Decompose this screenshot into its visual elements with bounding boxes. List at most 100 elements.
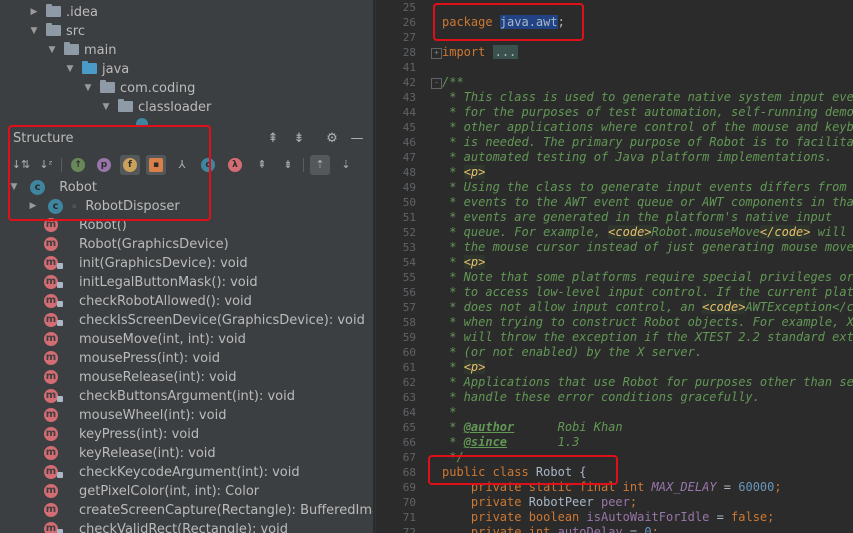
fold-marker-icon[interactable]: - xyxy=(431,78,442,89)
expand-all-icon[interactable]: ⇞ xyxy=(264,130,282,148)
collapse-all-icon[interactable]: ⇟ xyxy=(290,130,308,148)
expand-all-icon-2[interactable]: ⇞ xyxy=(252,155,272,175)
javadoc-line[interactable]: * the mouse cursor instead of just gener… xyxy=(442,240,853,255)
javadoc-since-line[interactable]: * @since 1.3 xyxy=(442,435,579,450)
structure-member[interactable]: m Robot(GraphicsDevice) xyxy=(0,235,373,254)
structure-member[interactable]: m mousePress(int): void xyxy=(0,349,373,368)
folder-icon xyxy=(100,80,115,93)
autoscroll-to-source-icon[interactable]: ⇡ xyxy=(310,155,330,175)
chevron-right-icon[interactable]: ▶ xyxy=(27,197,39,216)
chevron-down-icon[interactable]: ▼ xyxy=(8,178,20,197)
structure-member[interactable]: m checkValidRect(Rectangle): void xyxy=(0,520,373,533)
structure-member[interactable]: m getPixelColor(int, int): Color xyxy=(0,482,373,501)
structure-member[interactable]: m mouseRelease(int): void xyxy=(0,368,373,387)
chevron-down-icon[interactable]: ▼ xyxy=(64,60,76,79)
field-declaration-line[interactable]: private static final int MAX_DELAY = 600… xyxy=(442,480,782,495)
sort-by-visibility-icon[interactable]: ↓⇅ xyxy=(11,155,31,175)
import-line[interactable]: import ... xyxy=(442,45,519,60)
javadoc-line[interactable]: * <p> xyxy=(442,255,486,270)
structure-member[interactable]: m keyRelease(int): void xyxy=(0,444,373,463)
minimize-icon[interactable]: — xyxy=(348,130,366,148)
structure-member[interactable]: m createScreenCapture(Rectangle): Buffere… xyxy=(0,501,373,520)
show-anonymous-icon[interactable]: ⅄ xyxy=(172,155,192,175)
show-lambdas-icon-2[interactable]: λ xyxy=(225,155,245,175)
structure-member[interactable]: m init(GraphicsDevice): void xyxy=(0,254,373,273)
code-editor[interactable]: 25 26 27 28 41 42 43 44 45 46 47 48 49 50 51 52 53 54 55 56… xyxy=(376,0,853,533)
line-number: 46 xyxy=(402,136,416,149)
javadoc-line[interactable]: * for the purposes of test automation, s… xyxy=(442,105,853,120)
structure-member[interactable]: m initLegalButtonMask(): void xyxy=(0,273,373,292)
show-inherited-icon[interactable]: ↑ xyxy=(68,155,88,175)
structure-member[interactable]: m keyPress(int): void xyxy=(0,425,373,444)
javadoc-line[interactable]: * other applications where control of th… xyxy=(442,120,853,135)
javadoc-line[interactable]: * Applications that use Robot for purpos… xyxy=(442,375,853,390)
chevron-down-icon[interactable]: ▼ xyxy=(28,22,40,41)
static-marker-icon: ◦ xyxy=(71,202,78,213)
javadoc-line[interactable]: * does not allow input control, an <code… xyxy=(442,300,853,315)
method-icon: m xyxy=(44,370,58,384)
javadoc-line[interactable]: * events to the AWT event queue or AWT c… xyxy=(442,195,853,210)
chevron-down-icon[interactable]: ▼ xyxy=(100,98,112,117)
field-declaration-line[interactable]: private RobotPeer peer; xyxy=(442,495,637,510)
left-tool-panel: ▶ .idea ▼ src ▼ main ▼ java ▼ com.coding ▼ classloa… xyxy=(0,0,373,533)
javadoc-line[interactable]: * This class is used to generate native … xyxy=(442,90,853,105)
structure-member[interactable]: m mouseMove(int, int): void xyxy=(0,330,373,349)
javadoc-line[interactable]: * (or not enabled) by the X server. xyxy=(442,345,702,360)
show-lambdas-icon[interactable]: c xyxy=(198,155,218,175)
show-fields-icon[interactable]: f xyxy=(120,155,140,175)
class-declaration-line[interactable]: public class Robot { xyxy=(442,465,587,480)
javadoc-line[interactable]: * handle these error conditions graceful… xyxy=(442,390,760,405)
javadoc-line[interactable]: * queue. For example, <code>Robot.mouseM… xyxy=(442,225,853,240)
method-icon: m xyxy=(44,484,58,498)
javadoc-line[interactable]: /** xyxy=(442,75,464,90)
javadoc-line[interactable]: * events are generated in the platform's… xyxy=(442,210,832,225)
member-label: checkKeycodeArgument(int): void xyxy=(79,465,300,480)
structure-root-class[interactable]: ▼ c Robot xyxy=(8,178,97,197)
structure-member[interactable]: m checkIsScreenDevice(GraphicsDevice): vo… xyxy=(0,311,373,330)
chevron-down-icon[interactable]: ▼ xyxy=(82,79,94,98)
javadoc-line[interactable]: * automated testing of Java platform imp… xyxy=(442,150,832,165)
javadoc-author-line[interactable]: * @author Robi Khan xyxy=(442,420,622,435)
javadoc-line[interactable]: * will throw the exception if the XTEST … xyxy=(442,330,853,345)
javadoc-line[interactable]: * when trying to construct Robot objects… xyxy=(442,315,853,330)
structure-inner-class[interactable]: ▶ c ◦ RobotDisposer xyxy=(27,197,180,216)
member-label: checkValidRect(Rectangle): void xyxy=(79,522,289,533)
javadoc-line[interactable]: * Using the class to generate input even… xyxy=(442,180,853,195)
field-declaration-line[interactable]: private int autoDelay = 0; xyxy=(442,525,659,533)
autoscroll-from-source-icon[interactable]: ⇣ xyxy=(336,155,356,175)
javadoc-end-line[interactable]: */ xyxy=(442,450,463,465)
line-number: 49 xyxy=(402,181,416,194)
sort-alpha-icon[interactable]: ↓ᶻ xyxy=(36,155,56,175)
javadoc-line[interactable]: * is needed. The primary purpose of Robo… xyxy=(442,135,853,150)
project-tree-item[interactable]: ▶ .idea xyxy=(28,3,98,22)
javadoc-line[interactable]: * Note that some platforms require speci… xyxy=(442,270,853,285)
structure-member[interactable]: m checkRobotAllowed(): void xyxy=(0,292,373,311)
project-tree-label: main xyxy=(84,43,117,58)
javadoc-line[interactable]: * to access low-level input control. If … xyxy=(442,285,853,300)
structure-member[interactable]: m Robot() xyxy=(0,216,373,235)
project-tree-item[interactable]: ▼ com.coding xyxy=(82,79,195,98)
line-number: 72 xyxy=(402,526,416,533)
structure-member[interactable]: m checkButtonsArgument(int): void xyxy=(0,387,373,406)
project-tree-item[interactable]: ▼ classloader xyxy=(100,98,211,117)
package-line[interactable]: package java.awt; xyxy=(442,15,565,30)
line-number: 68 xyxy=(402,466,416,479)
project-tree-item[interactable]: ▼ main xyxy=(46,41,116,60)
gear-icon[interactable]: ⚙ xyxy=(323,130,341,148)
project-tree-item[interactable]: ▼ java xyxy=(64,60,129,79)
project-tree-item[interactable]: ▼ src xyxy=(28,22,85,41)
javadoc-line[interactable]: * <p> xyxy=(442,165,486,180)
root-class-label: Robot xyxy=(59,180,97,195)
structure-member[interactable]: m mouseWheel(int): void xyxy=(0,406,373,425)
javadoc-line[interactable]: * <p> xyxy=(442,360,486,375)
collapse-all-icon-2[interactable]: ⇟ xyxy=(278,155,298,175)
line-number: 61 xyxy=(402,361,416,374)
structure-member[interactable]: m checkKeycodeArgument(int): void xyxy=(0,463,373,482)
show-non-public-icon[interactable]: ▪ xyxy=(146,155,166,175)
fold-marker-icon[interactable]: + xyxy=(431,48,442,59)
chevron-right-icon[interactable]: ▶ xyxy=(28,3,40,22)
chevron-down-icon[interactable]: ▼ xyxy=(46,41,58,60)
javadoc-line[interactable]: * xyxy=(442,405,456,420)
field-declaration-line[interactable]: private boolean isAutoWaitForIdle = fals… xyxy=(442,510,774,525)
show-properties-icon[interactable]: p xyxy=(94,155,114,175)
